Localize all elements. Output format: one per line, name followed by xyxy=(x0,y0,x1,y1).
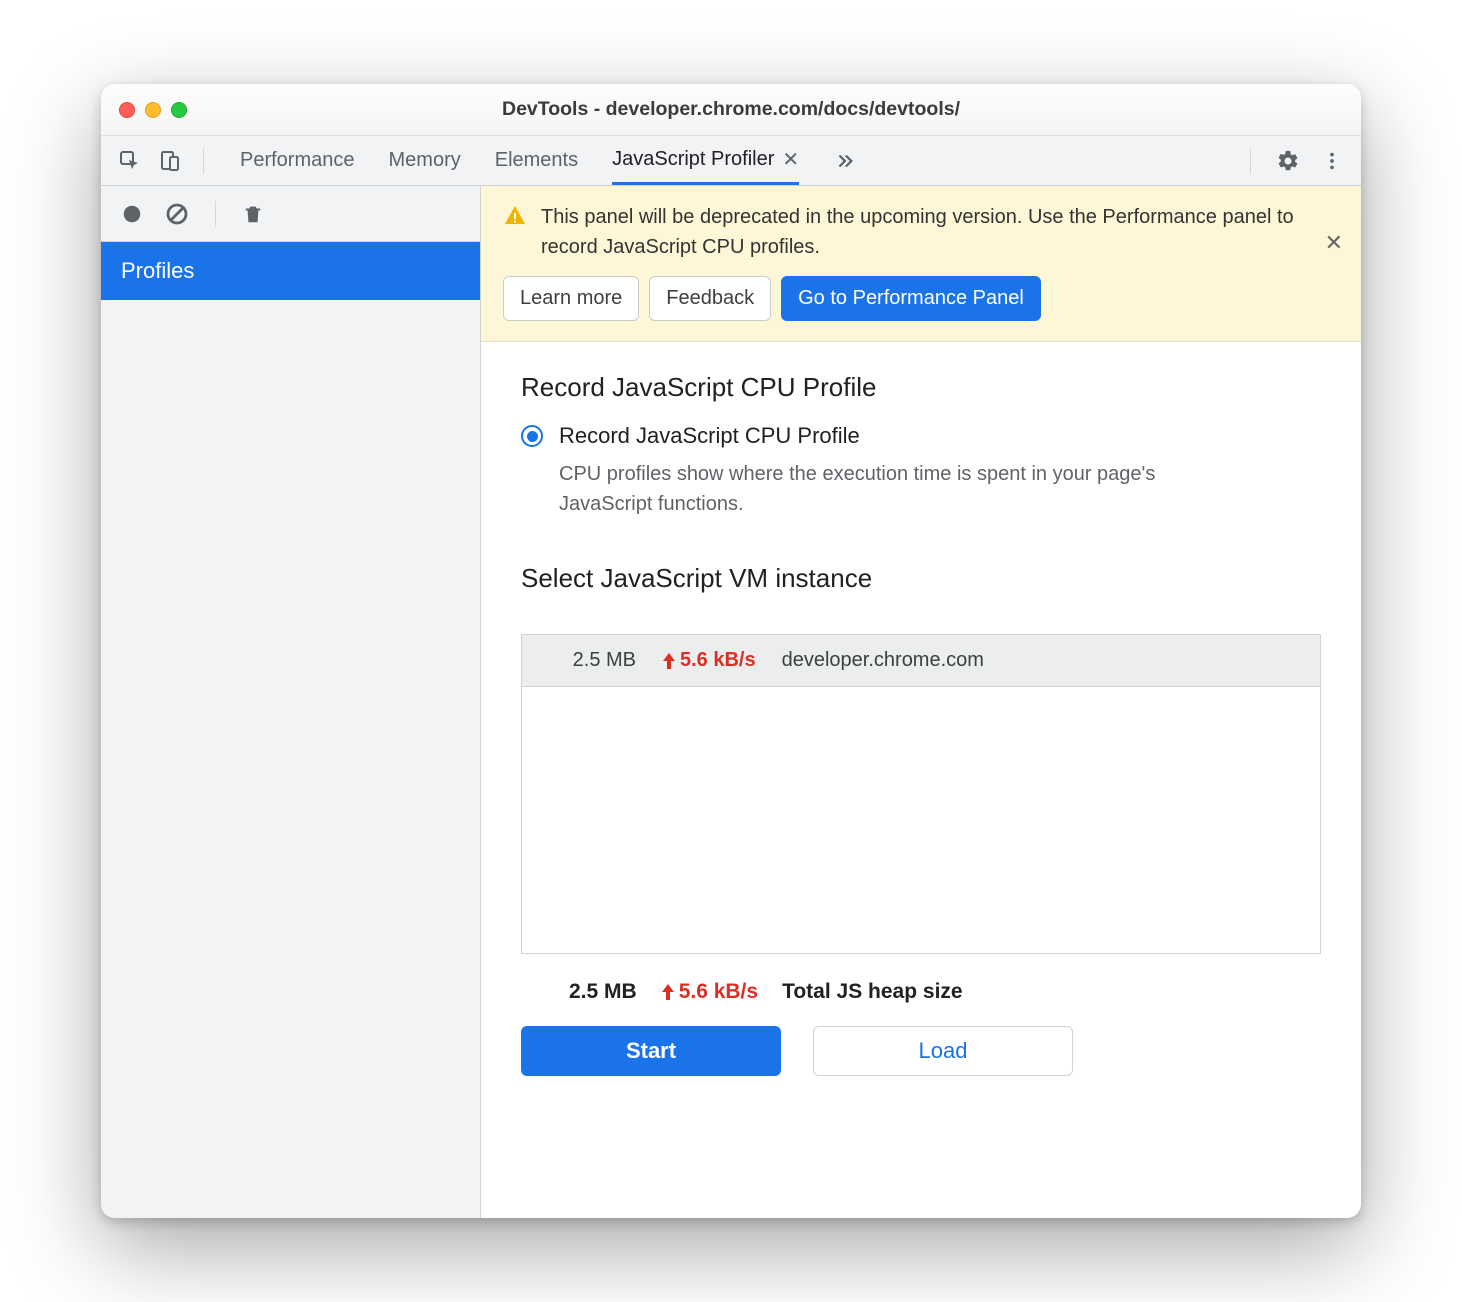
record-heading: Record JavaScript CPU Profile xyxy=(521,372,1321,403)
go-to-performance-button[interactable]: Go to Performance Panel xyxy=(781,276,1041,321)
learn-more-button[interactable]: Learn more xyxy=(503,276,639,321)
up-arrow-icon xyxy=(662,653,676,669)
vm-instance-row[interactable]: 2.5 MB 5.6 kB/s developer.chrome.com xyxy=(522,635,1320,687)
total-label: Total JS heap size xyxy=(782,980,963,1004)
close-tab-icon[interactable]: ✕ xyxy=(782,147,799,172)
warning-icon xyxy=(503,204,527,228)
record-icon[interactable] xyxy=(121,203,143,225)
start-button[interactable]: Start xyxy=(521,1026,781,1076)
radio-icon xyxy=(521,425,543,447)
devtools-window: DevTools - developer.chrome.com/docs/dev… xyxy=(101,84,1361,1218)
tab-memory[interactable]: Memory xyxy=(389,136,461,185)
zoom-window-button[interactable] xyxy=(171,102,187,118)
up-arrow-icon xyxy=(661,984,675,1000)
total-rate: 5.6 kB/s xyxy=(661,980,758,1004)
heap-totals: 2.5 MB 5.6 kB/s Total JS heap size xyxy=(569,980,1321,1004)
no-entry-icon[interactable] xyxy=(165,202,189,226)
profiler-content: Record JavaScript CPU Profile Record Jav… xyxy=(481,342,1361,1218)
tab-javascript-profiler[interactable]: JavaScript Profiler ✕ xyxy=(612,136,799,185)
titlebar: DevTools - developer.chrome.com/docs/dev… xyxy=(101,84,1361,136)
window-traffic-lights xyxy=(119,102,187,118)
total-size: 2.5 MB xyxy=(569,980,637,1004)
tab-bar: Performance Memory Elements JavaScript P… xyxy=(101,136,1361,186)
banner-text: This panel will be deprecated in the upc… xyxy=(541,202,1339,262)
sidebar-item-profiles[interactable]: Profiles xyxy=(101,242,480,300)
window-title: DevTools - developer.chrome.com/docs/dev… xyxy=(101,98,1361,121)
action-buttons: Start Load xyxy=(521,1026,1321,1076)
separator xyxy=(215,201,216,227)
panel-tabs: Performance Memory Elements JavaScript P… xyxy=(240,136,1232,185)
gear-icon[interactable] xyxy=(1273,146,1303,176)
vm-rate: 5.6 kB/s xyxy=(662,649,756,672)
close-banner-icon[interactable]: ✕ xyxy=(1325,230,1343,256)
more-tabs-icon[interactable] xyxy=(833,136,855,185)
separator xyxy=(1250,148,1251,174)
vm-instance-list: 2.5 MB 5.6 kB/s developer.chrome.com xyxy=(521,634,1321,954)
profile-hint: CPU profiles show where the execution ti… xyxy=(559,459,1239,519)
radio-label: Record JavaScript CPU Profile xyxy=(559,423,860,449)
vm-host: developer.chrome.com xyxy=(782,649,984,672)
separator xyxy=(203,148,204,174)
tab-performance[interactable]: Performance xyxy=(240,136,355,185)
tab-label: JavaScript Profiler xyxy=(612,148,774,171)
sidebar: Profiles xyxy=(101,186,481,1218)
inspect-element-icon[interactable] xyxy=(115,146,145,176)
minimize-window-button[interactable] xyxy=(145,102,161,118)
profile-type-radio[interactable]: Record JavaScript CPU Profile xyxy=(521,423,1321,449)
close-window-button[interactable] xyxy=(119,102,135,118)
load-button[interactable]: Load xyxy=(813,1026,1073,1076)
deprecation-banner: This panel will be deprecated in the upc… xyxy=(481,186,1361,342)
trash-icon[interactable] xyxy=(242,203,264,225)
vm-size: 2.5 MB xyxy=(546,649,636,672)
sidebar-toolbar xyxy=(101,186,480,242)
device-toggle-icon[interactable] xyxy=(155,146,185,176)
feedback-button[interactable]: Feedback xyxy=(649,276,771,321)
kebab-menu-icon[interactable] xyxy=(1317,146,1347,176)
vm-heading: Select JavaScript VM instance xyxy=(521,563,1321,594)
tab-elements[interactable]: Elements xyxy=(495,136,578,185)
main-panel: This panel will be deprecated in the upc… xyxy=(481,186,1361,1218)
